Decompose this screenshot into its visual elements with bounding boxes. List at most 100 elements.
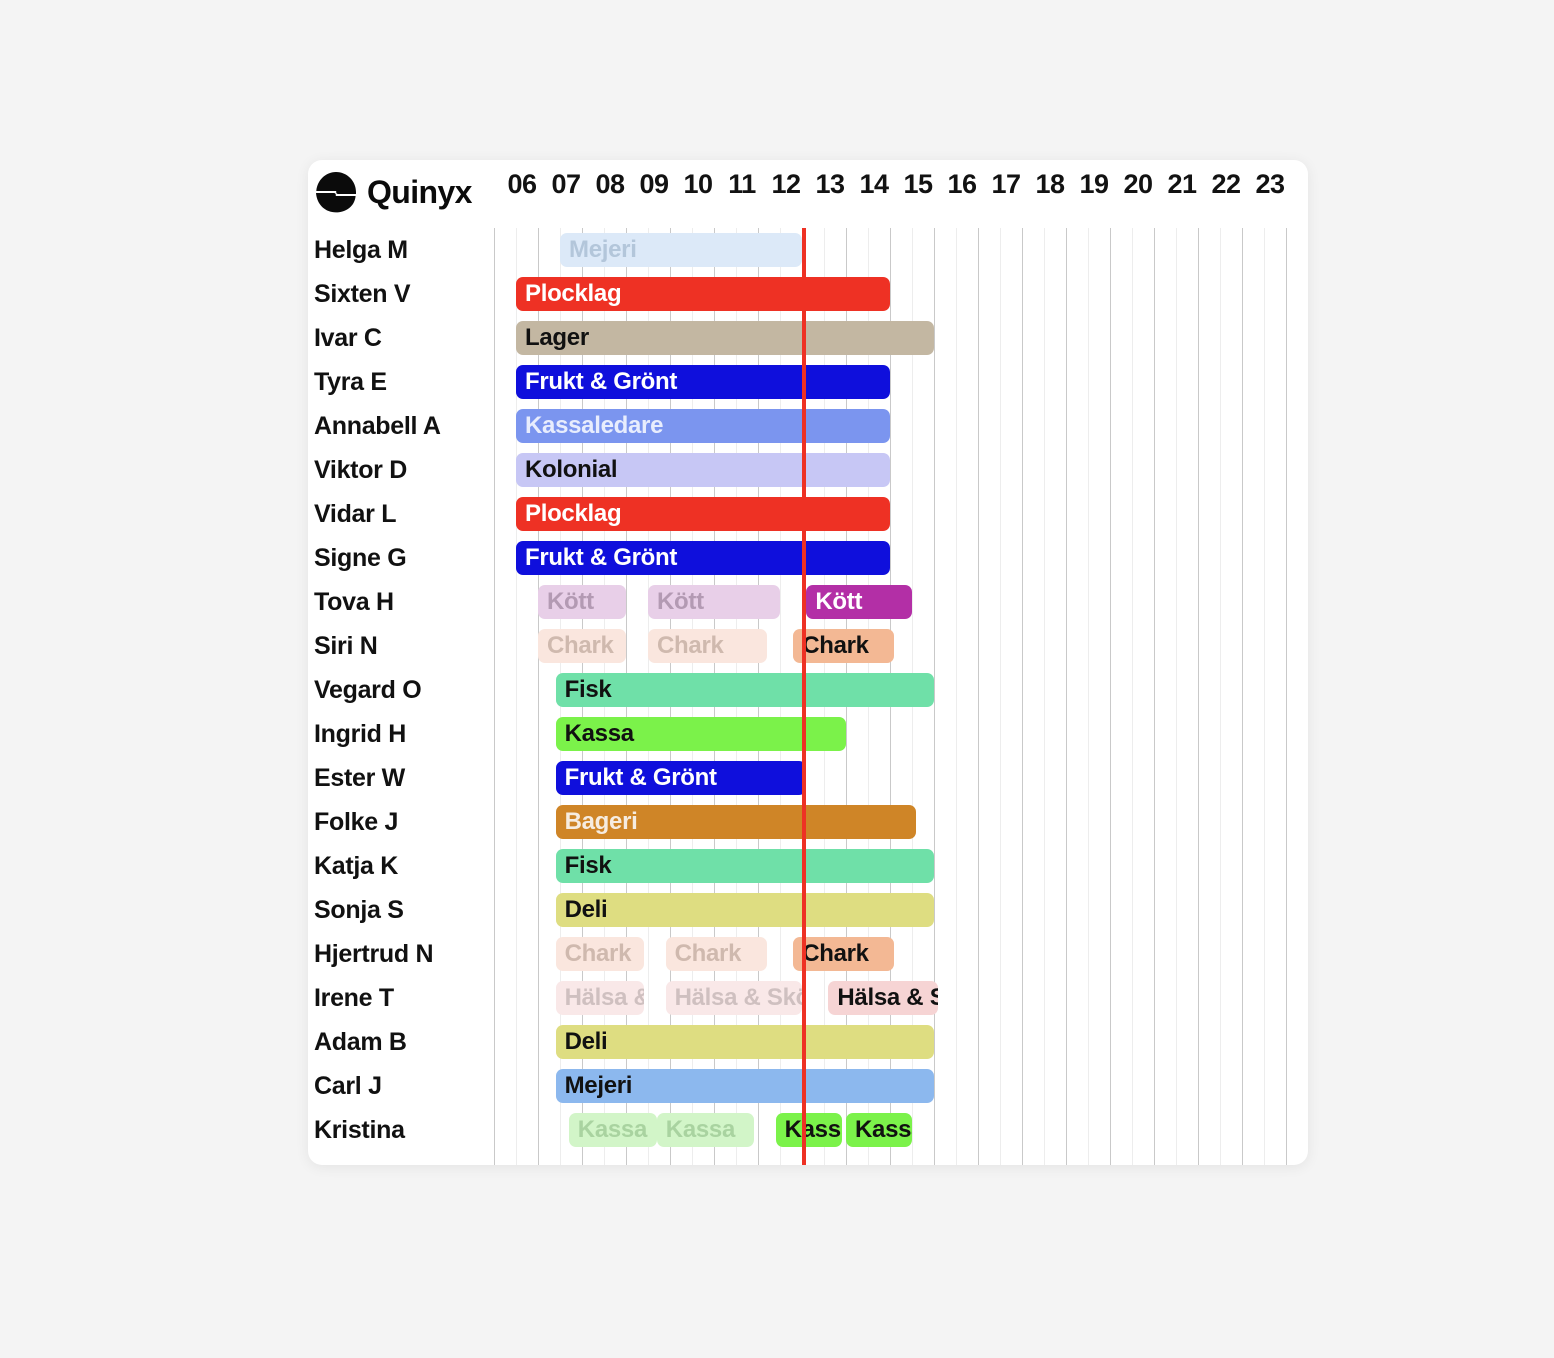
shift-bar[interactable]: Chark: [793, 937, 895, 971]
current-time-indicator: [802, 228, 807, 1165]
schedule-plot-area: Mejeri Plocklag Lager Frukt & Grönt Kassaled…: [494, 228, 1308, 1165]
hour-label-11: 11: [728, 169, 756, 199]
shift-bar[interactable]: Mejeri: [555, 1069, 934, 1103]
employee-name: Folke J: [314, 808, 399, 836]
shift-bar[interactable]: Deli: [555, 893, 934, 927]
shift-bar[interactable]: Kass: [775, 1113, 842, 1147]
shift-bar[interactable]: Chark: [793, 629, 895, 663]
hour-label-22: 22: [1211, 169, 1241, 199]
shift-bar[interactable]: Hälsa & Skönhet: [555, 981, 644, 1015]
shift-bar[interactable]: Hälsa & Skönhet: [828, 981, 939, 1015]
shift-bar[interactable]: Kassaledare: [516, 409, 890, 443]
shift-bar[interactable]: Kassa: [846, 1113, 912, 1147]
brand-name: Quinyx: [367, 173, 472, 210]
schedule-row: Frukt & Grönt: [494, 360, 1308, 404]
shift-bar[interactable]: Chark: [538, 629, 626, 663]
shift-label: Plocklag: [525, 280, 622, 307]
schedule-row: Kött Kött Kött: [494, 580, 1308, 624]
schedule-row: Kolonial: [494, 448, 1308, 492]
shift-bar[interactable]: Kassa: [656, 1113, 754, 1147]
shift-bar[interactable]: Frukt & Grönt: [555, 761, 807, 795]
schedule-rows: Mejeri Plocklag Lager Frukt & Grönt Kassaled…: [494, 228, 1308, 1165]
schedule-row: Kassaledare: [494, 404, 1308, 448]
shift-label: Deli: [564, 1028, 608, 1055]
shift-label: Chark: [547, 632, 614, 659]
shift-bar[interactable]: Chark: [555, 937, 644, 971]
employee-name: Sonja S: [314, 896, 404, 924]
schedule-chart: Helga M Sixten V Ivar C Tyra E Annabell A Vik…: [308, 228, 1308, 1165]
schedule-row: Plocklag: [494, 272, 1308, 316]
hour-label-12: 12: [771, 169, 801, 199]
hour-label-17: 17: [991, 169, 1021, 199]
shift-label: Bageri: [564, 808, 638, 835]
employee-name: Irene T: [314, 984, 394, 1012]
schedule-row: Hälsa & Skönhet Hälsa & Skönhet Hälsa & Sk…: [494, 976, 1308, 1020]
employee-name: Kristina: [314, 1116, 405, 1144]
shift-bar[interactable]: Kött: [806, 585, 912, 619]
employee-name: Vidar L: [314, 500, 397, 528]
schedule-row: Mejeri: [494, 1064, 1308, 1108]
employee-name: Carl J: [314, 1072, 382, 1100]
hour-label-10: 10: [683, 169, 713, 199]
shift-bar[interactable]: Kassa: [568, 1113, 657, 1147]
shift-label: Fisk: [564, 852, 612, 879]
shift-label: Frukt & Grönt: [525, 368, 678, 395]
shift-bar[interactable]: Bageri: [555, 805, 917, 839]
employee-name: Tova H: [314, 588, 394, 616]
shift-bar[interactable]: Mejeri: [560, 233, 802, 267]
hour-label-07: 07: [551, 169, 581, 199]
shift-bar[interactable]: Kött: [648, 585, 780, 619]
shift-bar[interactable]: Frukt & Grönt: [516, 365, 890, 399]
shift-label: Hälsa & Skönhet: [837, 984, 939, 1011]
shift-bar[interactable]: Frukt & Grönt: [516, 541, 890, 575]
schedule-header: Quinyx 06 07 08 09 10 11 12 13 14 15 16 17 18 19 20 21 2…: [308, 160, 1308, 228]
schedule-row: Fisk: [494, 668, 1308, 712]
hour-label-18: 18: [1035, 169, 1065, 199]
shift-label: Lager: [525, 324, 589, 351]
shift-bar[interactable]: Deli: [555, 1025, 934, 1059]
employee-name: Sixten V: [314, 280, 411, 308]
shift-label: Deli: [564, 896, 608, 923]
shift-bar[interactable]: Chark: [665, 937, 767, 971]
shift-bar[interactable]: Kött: [538, 585, 626, 619]
shift-bar[interactable]: Kolonial: [516, 453, 890, 487]
schedule-row: Mejeri: [494, 228, 1308, 272]
shift-label: Frukt & Grönt: [525, 544, 678, 571]
schedule-row: Deli: [494, 1020, 1308, 1064]
employee-name: Adam B: [314, 1028, 407, 1056]
schedule-row: Chark Chark Chark: [494, 932, 1308, 976]
employee-name-column: Helga M Sixten V Ivar C Tyra E Annabell A Vik…: [308, 228, 494, 1165]
shift-bar[interactable]: Fisk: [555, 849, 934, 883]
shift-label: Chark: [674, 940, 742, 967]
schedule-row: Lager: [494, 316, 1308, 360]
hour-label-23: 23: [1255, 169, 1285, 199]
employee-name: Signe G: [314, 544, 407, 572]
employee-name: Katja K: [314, 852, 399, 880]
schedule-row: Deli: [494, 888, 1308, 932]
shift-bar[interactable]: Lager: [516, 321, 934, 355]
timeline-hour-axis: 06 07 08 09 10 11 12 13 14 15 16 17 18 19 20 21 22 23: [500, 169, 1300, 215]
shift-bar[interactable]: Fisk: [555, 673, 934, 707]
employee-name: Viktor D: [314, 456, 407, 484]
employee-name: Tyra E: [314, 368, 387, 396]
shift-bar[interactable]: Plocklag: [516, 497, 890, 531]
schedule-row: Chark Chark Chark: [494, 624, 1308, 668]
brand-logo: Quinyx: [314, 170, 472, 214]
hour-label-21: 21: [1167, 169, 1197, 199]
employee-name: Annabell A: [314, 412, 441, 440]
hour-label-08: 08: [595, 169, 625, 199]
shift-label: Mejeri: [564, 1072, 633, 1099]
schedule-row: Kassa: [494, 712, 1308, 756]
shift-label: Hälsa & Skönhet: [564, 984, 644, 1011]
hour-label-06: 06: [507, 169, 537, 199]
employee-name: Vegard O: [314, 676, 422, 704]
hour-label-20: 20: [1123, 169, 1153, 199]
schedule-row: Frukt & Grönt: [494, 756, 1308, 800]
shift-bar[interactable]: Chark: [648, 629, 767, 663]
employee-name: Ester W: [314, 764, 405, 792]
quinyx-logo-icon: [316, 172, 356, 213]
shift-bar[interactable]: Hälsa & Skönhet: [665, 981, 802, 1015]
shift-label: Fisk: [564, 676, 612, 703]
shift-bar[interactable]: Plocklag: [516, 277, 890, 311]
shift-label: Kassa: [665, 1116, 736, 1143]
